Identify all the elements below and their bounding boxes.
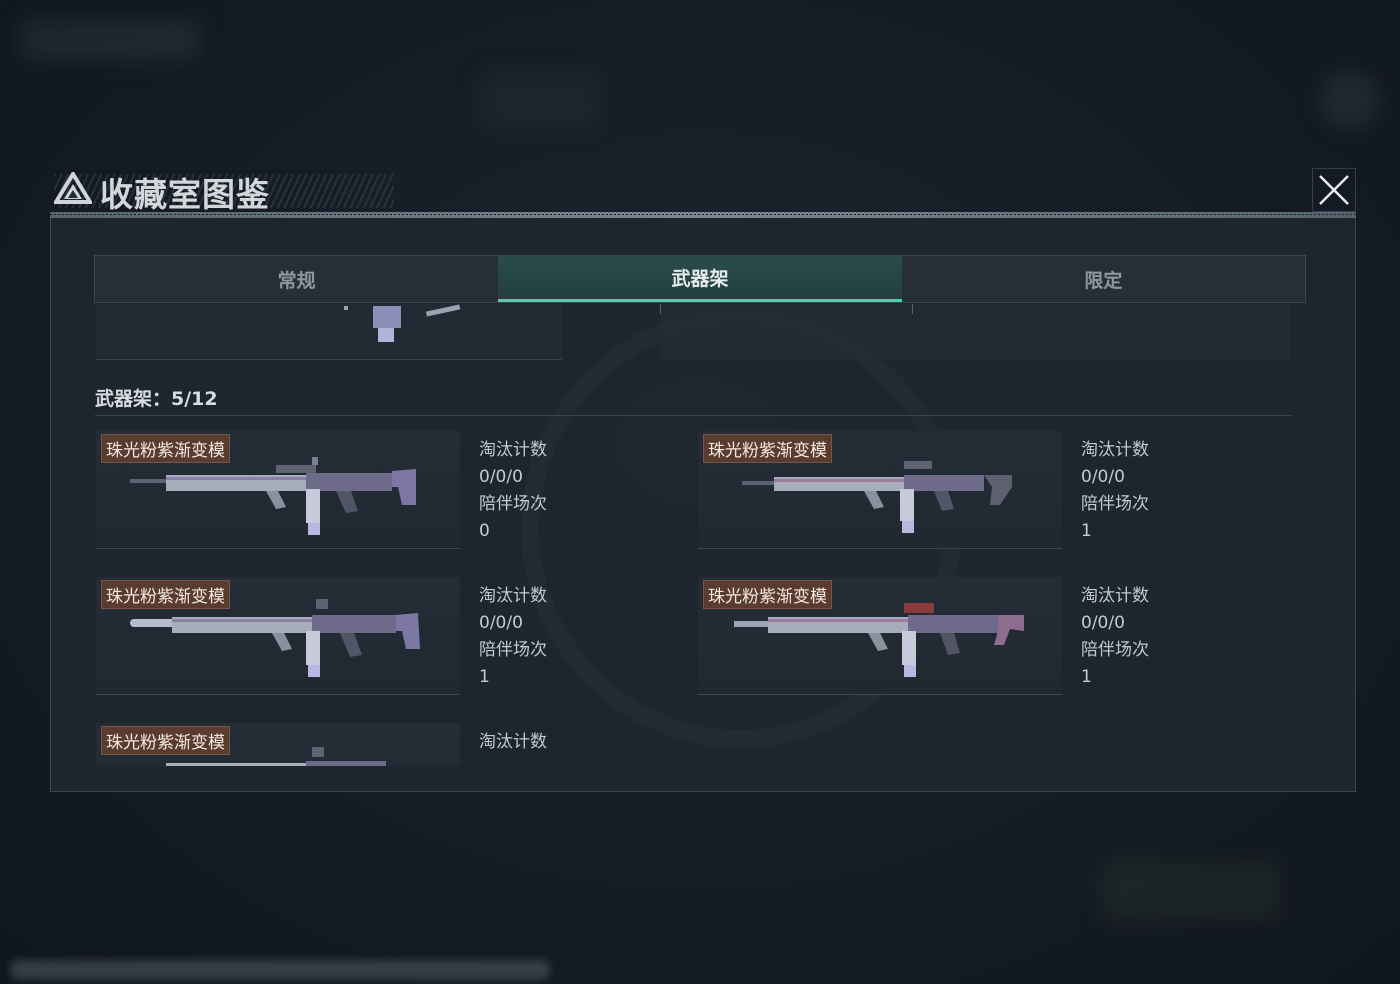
matches-value: 1 xyxy=(1081,667,1092,687)
kills-label: 淘汰计数 xyxy=(479,732,547,752)
matches-label: 陪伴场次 xyxy=(479,640,547,660)
skin-name-tag: 珠光粉紫渐变模 xyxy=(101,580,230,609)
kills-value: 0/0/0 xyxy=(479,467,523,487)
section-divider xyxy=(95,415,1291,416)
weapon-card[interactable]: 珠光粉紫渐变模 淘汰计数 xyxy=(96,723,696,766)
previous-card-partial xyxy=(96,304,562,360)
collection-panel: 常规 武器架 限定 武器架：5/12 珠光粉紫渐变模 淘汰计数 0/0/0 陪伴… xyxy=(50,218,1356,792)
weapon-stats: 淘汰计数 0/0/0 陪伴场次 1 xyxy=(1081,437,1149,545)
weapon-card[interactable]: 珠光粉紫渐变模 淘汰计数 0/0/0 陪伴场次 0 xyxy=(96,431,696,551)
blurred-background xyxy=(480,70,600,130)
close-button[interactable] xyxy=(1312,168,1356,212)
kills-value: 0/0/0 xyxy=(1081,467,1125,487)
weapon-stats: 淘汰计数 0/0/0 陪伴场次 1 xyxy=(1081,583,1149,691)
weapon-stats: 淘汰计数 0/0/0 陪伴场次 1 xyxy=(479,583,547,691)
tab-bar: 常规 武器架 限定 xyxy=(94,255,1306,303)
weapon-card[interactable]: 珠光粉紫渐变模 淘汰计数 0/0/0 陪伴场次 1 xyxy=(698,577,1298,697)
matches-label: 陪伴场次 xyxy=(1081,494,1149,514)
kills-label: 淘汰计数 xyxy=(1081,586,1149,606)
matches-label: 陪伴场次 xyxy=(479,494,547,514)
matches-value: 1 xyxy=(1081,521,1092,541)
weapon-card[interactable]: 珠光粉紫渐变模 淘汰计数 0/0/0 陪伴场次 1 xyxy=(698,431,1298,551)
weapon-stats: 淘汰计数 xyxy=(479,729,547,756)
tab-regular[interactable]: 常规 xyxy=(95,256,498,302)
matches-value: 1 xyxy=(479,667,490,687)
previous-card-stats-partial xyxy=(660,304,1290,360)
dialog-header: 收藏室图鉴 xyxy=(50,160,1356,220)
matches-label: 陪伴场次 xyxy=(1081,640,1149,660)
matches-value: 0 xyxy=(479,521,490,541)
weapon-image-frame: 珠光粉紫渐变模 xyxy=(96,431,460,549)
tab-limited[interactable]: 限定 xyxy=(902,256,1305,302)
kills-label: 淘汰计数 xyxy=(1081,440,1149,460)
kills-label: 淘汰计数 xyxy=(479,440,547,460)
skin-name-tag: 珠光粉紫渐变模 xyxy=(101,434,230,463)
kills-value: 0/0/0 xyxy=(1081,613,1125,633)
weapon-attachment-icon xyxy=(344,304,461,342)
blurred-background xyxy=(1320,70,1380,130)
divider xyxy=(660,304,661,314)
skin-name-tag: 珠光粉紫渐变模 xyxy=(703,580,832,609)
weapon-list-scroll[interactable]: 武器架：5/12 珠光粉紫渐变模 淘汰计数 0/0/0 陪伴场次 0 珠光粉紫渐… xyxy=(94,304,1306,766)
blurred-footer-text xyxy=(10,960,550,980)
weapon-stats: 淘汰计数 0/0/0 陪伴场次 0 xyxy=(479,437,547,545)
weapon-image-frame: 珠光粉紫渐变模 xyxy=(698,577,1062,695)
weapon-image-frame: 珠光粉紫渐变模 xyxy=(96,577,460,695)
kills-value: 0/0/0 xyxy=(479,613,523,633)
skin-name-tag: 珠光粉紫渐变模 xyxy=(101,726,230,755)
blurred-background xyxy=(20,20,200,60)
kills-label: 淘汰计数 xyxy=(479,586,547,606)
skin-name-tag: 珠光粉紫渐变模 xyxy=(703,434,832,463)
triangle-logo-icon xyxy=(54,172,92,204)
weapon-rack-count: 武器架：5/12 xyxy=(95,388,218,410)
weapon-image-frame: 珠光粉紫渐变模 xyxy=(698,431,1062,549)
weapon-image-frame: 珠光粉紫渐变模 xyxy=(96,723,460,766)
blurred-background xyxy=(1100,860,1280,920)
close-button-frame xyxy=(1312,168,1356,212)
dialog-title: 收藏室图鉴 xyxy=(100,175,270,214)
weapon-card[interactable]: 珠光粉紫渐变模 淘汰计数 0/0/0 陪伴场次 1 xyxy=(96,577,696,697)
tab-weapon-rack[interactable]: 武器架 xyxy=(498,256,902,302)
divider xyxy=(912,304,913,314)
